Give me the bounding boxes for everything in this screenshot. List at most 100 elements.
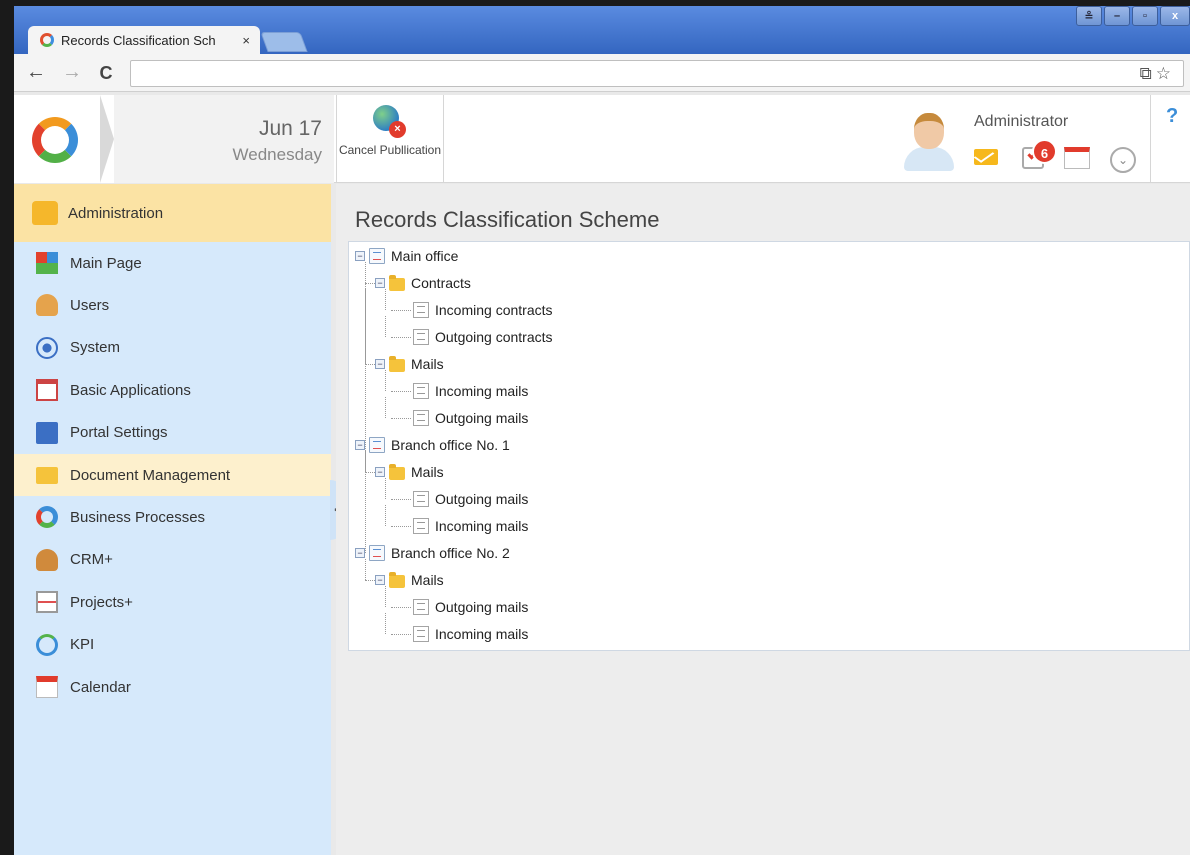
crm-icon (36, 548, 58, 571)
sidebar-item-crm[interactable]: CRM+ (14, 539, 331, 581)
folder-icon (36, 466, 58, 484)
tree-node-label: Outgoing mails (435, 599, 529, 615)
new-tab-button[interactable] (260, 32, 308, 52)
page-icon (413, 302, 429, 318)
tree-connector (391, 337, 411, 338)
divider (1150, 95, 1151, 183)
tree-node-page[interactable]: Outgoing contracts (399, 327, 553, 347)
sidebar-item-administration[interactable]: Administration (14, 184, 331, 242)
tree-node-label: Outgoing mails (435, 410, 529, 426)
browser-toolbar: ← → C ⧉☆ (14, 54, 1190, 92)
tree-node-office[interactable]: − Branch office No. 2 (355, 543, 510, 563)
tree-connector (365, 262, 366, 553)
calendar-reminder-icon[interactable] (1064, 147, 1090, 169)
tree-connector (385, 478, 386, 499)
browser-tab[interactable]: Records Classification Sch × (28, 26, 260, 54)
logo[interactable] (14, 95, 114, 183)
kpi-gauge-icon (36, 633, 58, 656)
collapse-toggle-icon[interactable]: − (355, 548, 365, 558)
sidebar-item-business-processes[interactable]: Business Processes (14, 496, 331, 538)
mail-icon[interactable] (974, 149, 998, 165)
tree-node-page[interactable]: Outgoing mails (399, 489, 528, 509)
avatar[interactable] (902, 107, 956, 171)
main-content: Records Classification Scheme − Main offi… (336, 184, 1190, 855)
tree-node-label: Incoming mails (435, 383, 529, 399)
tree-node-page[interactable]: Incoming mails (399, 516, 528, 536)
collapse-toggle-icon[interactable]: − (375, 467, 385, 477)
sidebar: Administration Main Page Users System Basic … (14, 184, 331, 855)
sidebar-item-portal-settings[interactable]: Portal Settings (14, 412, 331, 454)
page-icon (413, 329, 429, 345)
logo-ring-icon (32, 117, 78, 163)
calendar-icon (36, 676, 58, 698)
tree-connector (385, 316, 386, 337)
tree-connector (391, 607, 411, 608)
maximize-button[interactable]: ▫ (1132, 6, 1158, 26)
sidebar-item-users[interactable]: Users (14, 284, 331, 326)
document-icon (369, 248, 385, 264)
tree-node-office[interactable]: − Branch office No. 1 (355, 435, 510, 455)
tree-node-page[interactable]: Incoming mails (399, 381, 528, 401)
page-icon (413, 518, 429, 534)
sidebar-item-label: Users (70, 296, 110, 314)
chevron-down-icon[interactable]: ⌄ (1110, 147, 1136, 173)
tree-connector (385, 289, 386, 310)
tree-connector (385, 505, 386, 526)
tree-node-label: Outgoing mails (435, 491, 529, 507)
cancel-x-icon: × (389, 121, 406, 138)
minimize-button[interactable]: – (1104, 6, 1130, 26)
forward-button[interactable]: → (60, 61, 84, 84)
browser-window: ≗ – ▫ x Records Classification Sch × ← →… (14, 6, 1190, 855)
task-count-badge[interactable]: 6 (1032, 139, 1057, 164)
sidebar-item-projects[interactable]: Projects+ (14, 581, 331, 623)
folder-icon (389, 571, 405, 588)
tree-connector (391, 499, 411, 500)
sidebar-item-label: Calendar (70, 678, 131, 696)
tab-close-icon[interactable]: × (242, 33, 250, 48)
logo-chevron-icon (100, 95, 114, 183)
tree-node-page[interactable]: Outgoing mails (399, 597, 528, 617)
page-icon (413, 599, 429, 615)
projects-icon (36, 591, 58, 614)
sidebar-item-label: CRM+ (70, 551, 113, 569)
collapse-toggle-icon[interactable]: − (375, 278, 385, 288)
lock-key-icon (32, 201, 58, 225)
close-window-button[interactable]: x (1160, 6, 1190, 26)
sidebar-item-kpi[interactable]: KPI (14, 624, 331, 666)
applications-icon (36, 379, 58, 402)
tree-node-label: Incoming mails (435, 626, 529, 642)
tree-node-office[interactable]: − Main office (355, 246, 458, 266)
window-controls: ≗ – ▫ x (1076, 6, 1190, 28)
help-icon[interactable]: ? (1166, 105, 1178, 128)
collapse-toggle-icon[interactable]: − (355, 440, 365, 450)
user-profile-button[interactable]: ≗ (1076, 6, 1102, 26)
bookmark-star-icon[interactable]: ⧉☆ (1140, 64, 1175, 84)
tree-node-page[interactable]: Incoming contracts (399, 300, 553, 320)
sidebar-item-main-page[interactable]: Main Page (14, 242, 331, 284)
tree-connector (365, 580, 375, 581)
current-date: Jun 17 (258, 117, 322, 140)
page-icon (413, 383, 429, 399)
tree-node-page[interactable]: Outgoing mails (399, 408, 528, 428)
address-bar[interactable]: ⧉☆ (130, 60, 1184, 87)
folder-icon (389, 274, 405, 291)
sidebar-item-document-management[interactable]: Document Management (14, 454, 331, 496)
tree-node-folder[interactable]: − Contracts (375, 273, 471, 293)
collapse-toggle-icon[interactable]: − (375, 575, 385, 585)
reload-button[interactable]: C (94, 63, 118, 84)
tree-node-page[interactable]: Incoming mails (399, 624, 528, 644)
cancel-publication-button[interactable]: × Cancel Publlication (336, 95, 444, 183)
tree-connector (391, 634, 411, 635)
sidebar-item-basic-applications[interactable]: Basic Applications (14, 369, 331, 411)
tree-connector (391, 418, 411, 419)
back-button[interactable]: ← (24, 61, 48, 84)
collapse-toggle-icon[interactable]: − (355, 251, 365, 261)
sidebar-item-calendar[interactable]: Calendar (14, 666, 331, 708)
tab-title: Records Classification Sch (61, 32, 216, 48)
portal-settings-icon (36, 421, 58, 444)
folder-icon (389, 355, 405, 372)
collapse-toggle-icon[interactable]: − (375, 359, 385, 369)
sidebar-item-system[interactable]: System (14, 327, 331, 369)
browser-titlebar: ≗ – ▫ x Records Classification Sch × (14, 6, 1190, 54)
user-name[interactable]: Administrator (974, 113, 1068, 131)
